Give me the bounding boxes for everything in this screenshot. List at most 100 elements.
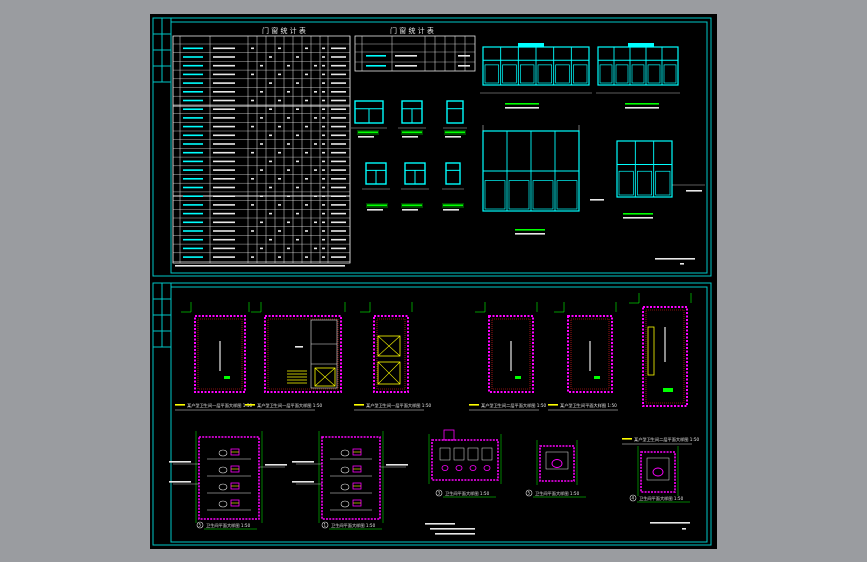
- plan-tag: [245, 404, 255, 406]
- cad-cell: [278, 99, 281, 102]
- elevation-tag: [623, 213, 653, 215]
- window-tag-sub: [402, 136, 418, 138]
- window-tag-sub: [367, 209, 383, 211]
- window-tag: [367, 204, 387, 207]
- cad-cell: [251, 178, 254, 180]
- cad-cell: [213, 99, 235, 102]
- cad-cell: [213, 230, 235, 232]
- cad-cell: [296, 56, 299, 58]
- cad-cell: [213, 47, 235, 50]
- cad-cell: [458, 55, 470, 57]
- cad-cell: [287, 221, 290, 224]
- cad-cell: [296, 238, 299, 241]
- cad-cell: [213, 247, 235, 250]
- plan-title: 某户型卫生间二层平面大样图 1:50: [634, 436, 700, 443]
- cad-cell: [260, 247, 263, 250]
- cad-cell: [287, 64, 290, 67]
- cad-cell: [322, 169, 325, 171]
- cad-cell: [395, 65, 417, 67]
- detail-title: 卫生间平面大样图 1:50: [331, 522, 376, 529]
- cad-cell: [331, 169, 346, 171]
- cad-cell: [287, 117, 290, 119]
- leader-note: [386, 464, 408, 466]
- cad-cell: [331, 134, 346, 137]
- cad-cell: [269, 212, 272, 215]
- cad-cell: [278, 230, 281, 232]
- cad-cell: [260, 221, 263, 224]
- cad-cell: [183, 238, 203, 241]
- cad-cell: [269, 186, 272, 189]
- cad-cell: [331, 125, 346, 128]
- cad-cell: [183, 195, 203, 197]
- cad-cell: [331, 212, 346, 215]
- cad-cell: [331, 247, 346, 250]
- cad-cell: [278, 204, 281, 206]
- cad-cell: [251, 73, 254, 76]
- elevation-tag: [625, 107, 659, 109]
- cad-cell: [314, 195, 317, 197]
- plan-title: 某户型卫生间一层平面大样图 1:50: [366, 402, 432, 409]
- dim-tag: [224, 376, 230, 379]
- storefront-sign: [518, 43, 544, 47]
- detail-title: 卫生间平面大样图 1:50: [639, 495, 684, 502]
- cad-cell: [260, 91, 263, 93]
- elevation-tag: [515, 233, 545, 235]
- cad-cell: [213, 108, 235, 110]
- cad-cell: [251, 47, 254, 50]
- cad-cell: [287, 91, 290, 93]
- cad-cell: [213, 151, 235, 154]
- cad-cell: [183, 47, 203, 50]
- cad-cell: [331, 151, 346, 154]
- cad-cell: [278, 73, 281, 76]
- cad-cell: [322, 125, 325, 128]
- cad-cell: [305, 178, 308, 180]
- cad-cell: [322, 230, 325, 232]
- cad-cell: [183, 56, 203, 58]
- cad-cell: [322, 151, 325, 154]
- cad-cell: [213, 204, 235, 206]
- cad-cell: [305, 204, 308, 206]
- sheet-note: [655, 258, 695, 260]
- cad-cell: [183, 204, 203, 206]
- leader-note: [292, 481, 314, 483]
- cad-cell: [314, 143, 317, 145]
- dim-tag: [663, 388, 673, 392]
- cad-cell: [305, 47, 308, 50]
- window-tag-sub: [402, 209, 418, 211]
- cad-cell: [322, 247, 325, 250]
- cad-cell: [322, 82, 325, 84]
- cad-cell: [458, 65, 470, 67]
- note: [590, 199, 604, 201]
- cad-cell: [213, 56, 235, 58]
- cad-cell: [314, 64, 317, 67]
- dim-tag: [594, 376, 600, 379]
- cad-cell: [331, 230, 346, 232]
- cad-cell: [305, 125, 308, 128]
- cad-cell: [183, 82, 203, 84]
- window-tag: [358, 131, 378, 134]
- cad-cell: [296, 134, 299, 137]
- cad-cell: [251, 256, 254, 258]
- cad-cell: [305, 99, 308, 102]
- cad-cell: [251, 230, 254, 232]
- cad-cell: [213, 117, 235, 119]
- window-tag-sub: [445, 136, 461, 138]
- cad-cell: [287, 143, 290, 145]
- cad-cell: [322, 221, 325, 224]
- cad-cell: [213, 212, 235, 215]
- cad-cell: [331, 195, 346, 197]
- elevation-tag: [505, 107, 539, 109]
- cad-cell: [213, 64, 235, 67]
- cad-cell: [305, 230, 308, 232]
- general-note: [425, 523, 455, 525]
- cad-cell: [183, 134, 203, 137]
- cad-cell: [314, 247, 317, 250]
- cad-cell: [183, 221, 203, 224]
- cad-cell: [322, 212, 325, 215]
- plan-tag: [175, 404, 185, 406]
- cad-cell: [183, 73, 203, 76]
- cad-cell: [183, 160, 203, 163]
- cad-cell: [314, 169, 317, 171]
- cad-cell: [331, 256, 346, 258]
- cad-cell: [183, 143, 203, 145]
